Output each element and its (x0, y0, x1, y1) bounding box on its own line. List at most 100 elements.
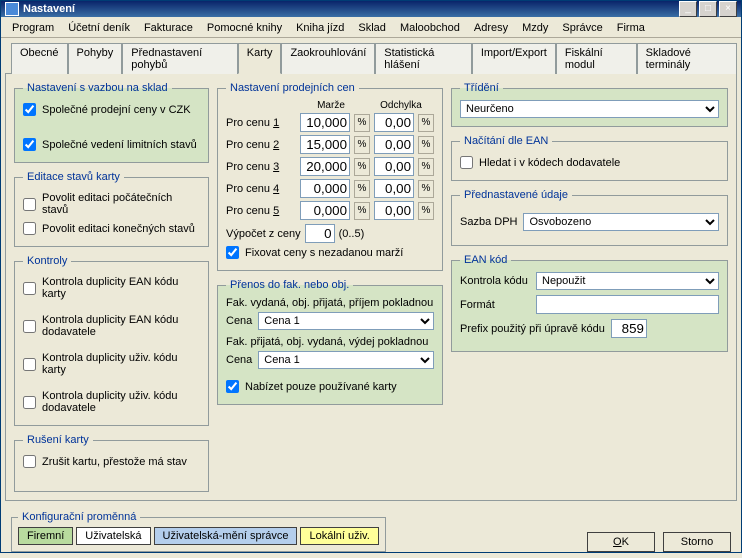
chk-ean-read[interactable] (460, 156, 473, 169)
legend-preset: Přednastavené údaje (460, 189, 572, 201)
margin-input-2[interactable] (300, 135, 350, 154)
tab-0[interactable]: Obecné (11, 43, 68, 74)
input-calc[interactable] (305, 224, 335, 243)
chk-offer-used[interactable] (226, 380, 239, 393)
lbl-user-card: Kontrola duplicity uživ. kódu karty (42, 352, 200, 376)
group-preset: Přednastavené údaje Sazba DPH Osvobozeno (451, 189, 728, 246)
lbl-ean-card: Kontrola duplicity EAN kódu karty (42, 276, 200, 300)
minimize-button[interactable]: _ (679, 1, 697, 17)
close-button[interactable]: × (719, 1, 737, 17)
price-row-3: Pro cenu 3%% (226, 157, 434, 176)
tab-8[interactable]: Skladové terminály (637, 43, 737, 74)
pct-btn-dev-3[interactable]: % (418, 158, 434, 176)
select-vat[interactable]: Osvobozeno (523, 213, 719, 231)
margin-input-4[interactable] (300, 179, 350, 198)
chk-edit-initial[interactable] (23, 198, 36, 211)
maximize-button[interactable]: □ (699, 1, 717, 17)
pct-btn-dev-1[interactable]: % (418, 114, 434, 132)
dev-input-2[interactable] (374, 135, 414, 154)
lbl-calc: Výpočet z ceny (226, 228, 301, 240)
tab-3[interactable]: Karty (238, 43, 282, 74)
input-ean-prefix[interactable] (611, 319, 647, 338)
ok-button[interactable]: OK (587, 532, 655, 552)
menu-pomocné knihy[interactable]: Pomocné knihy (200, 19, 289, 37)
config-btn-1[interactable]: Uživatelská (76, 527, 150, 545)
dev-input-1[interactable] (374, 113, 414, 132)
group-transfer: Přenos do fak. nebo obj. Fak. vydaná, ob… (217, 279, 443, 405)
legend-sklad-link: Nastavení s vazbou na sklad (23, 82, 172, 94)
menu-sklad[interactable]: Sklad (351, 19, 393, 37)
tab-5[interactable]: Statistická hlášení (375, 43, 472, 74)
pct-btn-margin-3[interactable]: % (354, 158, 370, 176)
pct-btn-margin-5[interactable]: % (354, 202, 370, 220)
chk-ean-card[interactable] (23, 282, 36, 295)
chk-cancel-card[interactable] (23, 455, 36, 468)
legend-controls: Kontroly (23, 255, 71, 267)
lbl-transfer-row1: Fak. vydaná, obj. přijatá, příjem poklad… (226, 297, 434, 309)
legend-config: Konfigurační proměnná (18, 511, 140, 523)
header-margin: Marže (306, 100, 356, 111)
input-ean-format[interactable] (536, 295, 719, 314)
menu-firma[interactable]: Firma (610, 19, 652, 37)
lbl-ean-format: Formát (460, 299, 530, 311)
price-label-2: Pro cenu 2 (226, 139, 296, 151)
legend-cancel-card: Rušení karty (23, 434, 93, 446)
menu-program[interactable]: Program (5, 19, 61, 37)
dev-input-3[interactable] (374, 157, 414, 176)
dev-input-4[interactable] (374, 179, 414, 198)
menu-mzdy[interactable]: Mzdy (515, 19, 555, 37)
select-cena2[interactable]: Cena 1 (258, 351, 434, 369)
lbl-edit-final: Povolit editaci konečných stavů (42, 223, 195, 235)
config-btn-2[interactable]: Uživatelská-mění správce (154, 527, 298, 545)
window-controls: _ □ × (679, 1, 737, 17)
menu-účetní deník[interactable]: Účetní deník (61, 19, 137, 37)
chk-user-card[interactable] (23, 358, 36, 371)
group-ean-read: Načítání dle EAN Hledat i v kódech dodav… (451, 135, 728, 181)
select-cena1[interactable]: Cena 1 (258, 312, 434, 330)
chk-common-prices[interactable] (23, 103, 36, 116)
group-ean-code: EAN kód Kontrola kódu Nepoužit Formát Pr… (451, 254, 728, 352)
tab-6[interactable]: Import/Export (472, 43, 556, 74)
menu-fakturace[interactable]: Fakturace (137, 19, 200, 37)
margin-input-3[interactable] (300, 157, 350, 176)
group-config: Konfigurační proměnná FiremníUživatelská… (11, 511, 386, 552)
tab-2[interactable]: Přednastavení pohybů (122, 43, 238, 74)
chk-fix-prices[interactable] (226, 246, 239, 259)
pct-btn-dev-2[interactable]: % (418, 136, 434, 154)
pct-btn-dev-5[interactable]: % (418, 202, 434, 220)
chk-ean-supplier[interactable] (23, 320, 36, 333)
chk-user-supplier[interactable] (23, 396, 36, 409)
lbl-fix-prices: Fixovat ceny s nezadanou marží (245, 247, 403, 259)
lbl-cena2: Cena (226, 354, 252, 366)
pct-btn-margin-1[interactable]: % (354, 114, 370, 132)
menu-správce[interactable]: Správce (555, 19, 609, 37)
chk-common-limits[interactable] (23, 138, 36, 151)
config-btn-0[interactable]: Firemní (18, 527, 73, 545)
hint-calc: (0..5) (339, 228, 365, 240)
lbl-edit-initial: Povolit editaci počátečních stavů (42, 192, 200, 216)
pct-btn-margin-4[interactable]: % (354, 180, 370, 198)
config-btn-3[interactable]: Lokální uživ. (300, 527, 378, 545)
margin-input-1[interactable] (300, 113, 350, 132)
pct-btn-dev-4[interactable]: % (418, 180, 434, 198)
group-controls: Kontroly Kontrola duplicity EAN kódu kar… (14, 255, 209, 426)
select-ean-check[interactable]: Nepoužit (536, 272, 719, 290)
menu-maloobchod[interactable]: Maloobchod (393, 19, 467, 37)
lbl-transfer-row2: Fak. přijatá, obj. vydaná, výdej pokladn… (226, 336, 434, 348)
legend-ean-read: Načítání dle EAN (460, 135, 552, 147)
group-sorting: Třídění Neurčeno (451, 82, 728, 127)
margin-input-5[interactable] (300, 201, 350, 220)
dev-input-5[interactable] (374, 201, 414, 220)
lbl-vat: Sazba DPH (460, 216, 517, 228)
menu-adresy[interactable]: Adresy (467, 19, 515, 37)
tab-1[interactable]: Pohyby (68, 43, 123, 74)
select-sorting[interactable]: Neurčeno (460, 100, 719, 118)
cancel-button[interactable]: Storno (663, 532, 731, 552)
tab-7[interactable]: Fiskální modul (556, 43, 637, 74)
pct-btn-margin-2[interactable]: % (354, 136, 370, 154)
lbl-common-limits: Společné vedení limitních stavů (42, 139, 197, 151)
chk-edit-final[interactable] (23, 222, 36, 235)
lbl-offer-used: Nabízet pouze používané karty (245, 381, 397, 393)
tab-4[interactable]: Zaokrouhlování (281, 43, 375, 74)
menu-kniha jízd[interactable]: Kniha jízd (289, 19, 351, 37)
